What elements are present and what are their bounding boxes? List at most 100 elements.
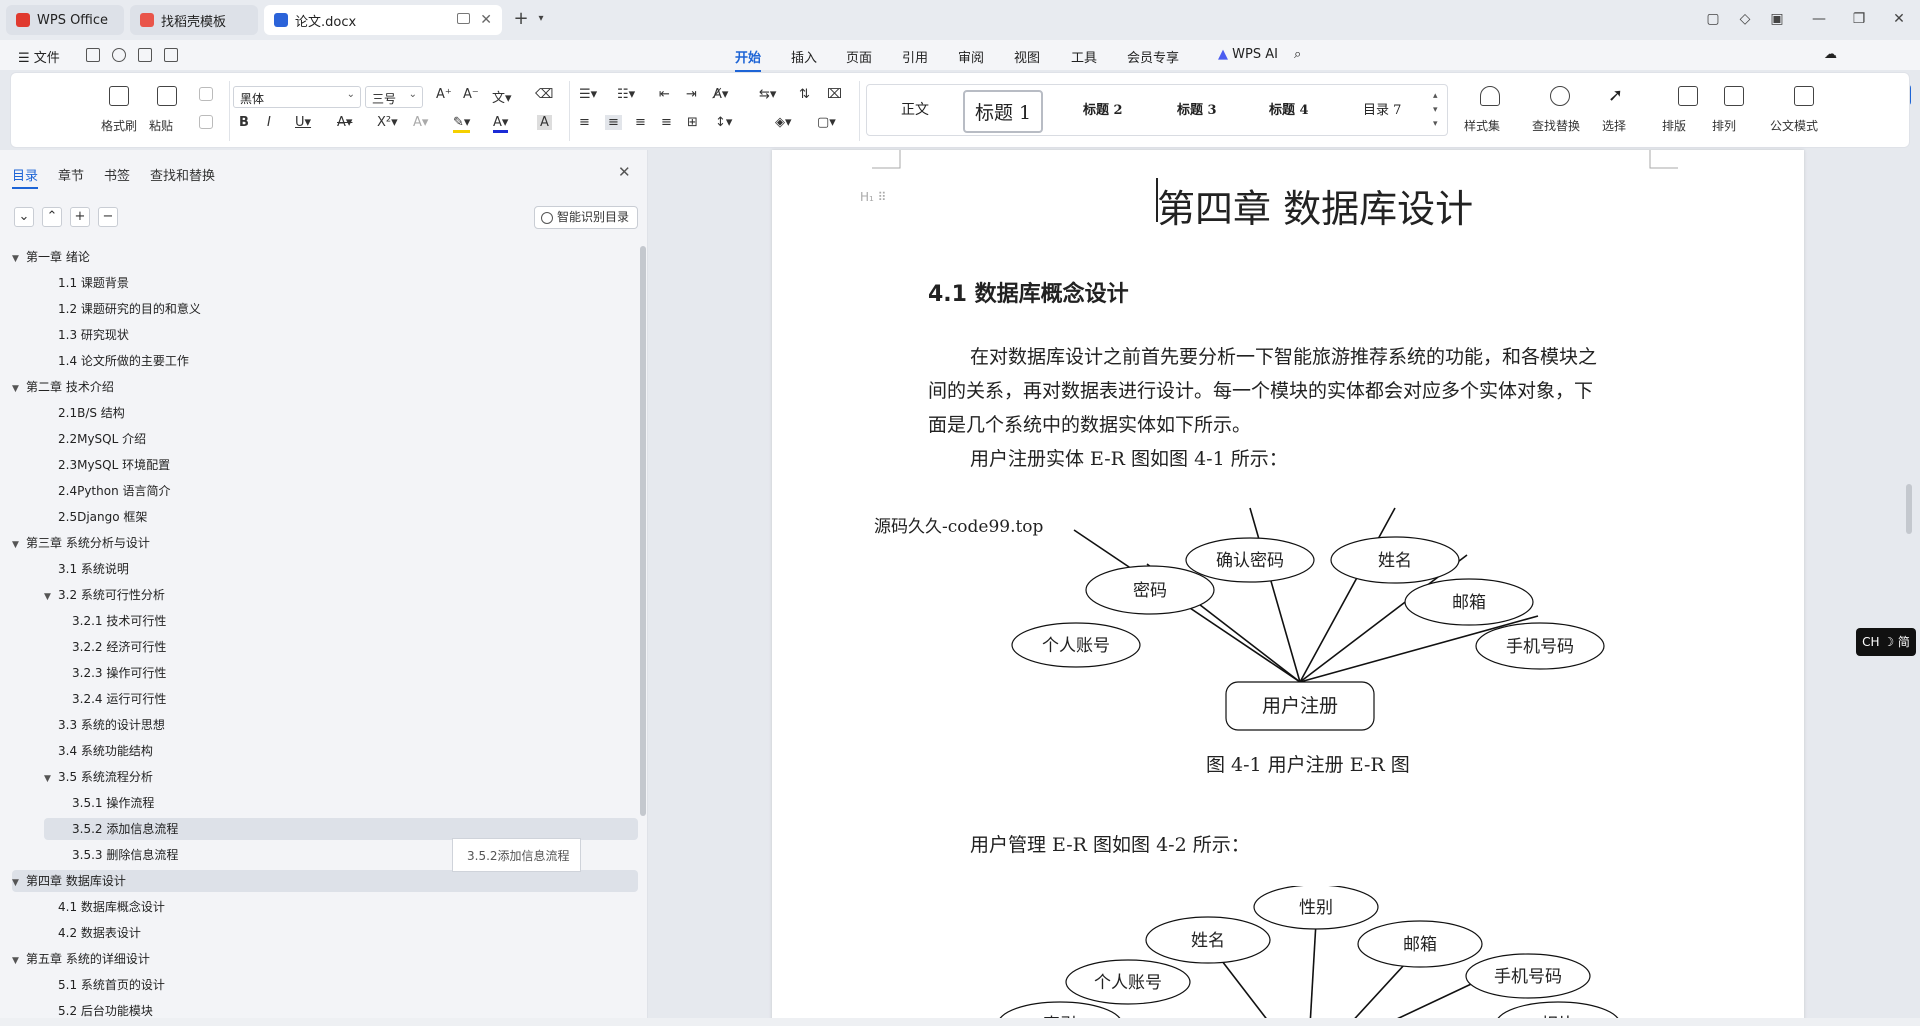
menu-view[interactable]: 视图: [1014, 47, 1040, 66]
style-heading-1[interactable]: 标题 1: [963, 90, 1044, 133]
toc-item[interactable]: 1.3 研究现状: [58, 323, 129, 347]
decrease-indent-icon[interactable]: ⇤: [659, 87, 670, 102]
tab-document[interactable]: 论文.docx ✕: [264, 5, 502, 35]
arrange-icon[interactable]: [1724, 86, 1744, 106]
align-right-icon[interactable]: ≡: [635, 115, 646, 130]
nav-scrollbar[interactable]: [640, 246, 646, 816]
add-heading-icon[interactable]: +: [70, 207, 90, 227]
print-preview-icon[interactable]: [164, 48, 178, 62]
search-icon[interactable]: ⌕: [1294, 47, 1301, 62]
border-icon[interactable]: ▢▾: [817, 115, 836, 130]
style-normal[interactable]: 正文: [901, 99, 929, 119]
toc-item[interactable]: 1.4 论文所做的主要工作: [58, 349, 189, 373]
menu-tools[interactable]: 工具: [1071, 47, 1097, 66]
body-paragraph-line[interactable]: 间的关系，再对数据表进行设计。每一个模块的实体都会对应多个实体对象，下: [928, 376, 1593, 403]
collapse-down-icon[interactable]: ⌄: [14, 207, 34, 227]
menu-references[interactable]: 引用: [902, 47, 928, 66]
ime-indicator[interactable]: CH ☽ 简: [1856, 628, 1916, 656]
shrink-font-icon[interactable]: A⁻: [463, 87, 479, 102]
toc-item[interactable]: ▼ 第四章 数据库设计: [12, 869, 126, 893]
toc-item[interactable]: 3.3 系统的设计思想: [58, 713, 165, 737]
toc-item[interactable]: 2.1B/S 结构: [58, 401, 125, 425]
align-left-icon[interactable]: ≡: [579, 115, 590, 130]
toc-item[interactable]: ▼ 第一章 绪论: [12, 246, 90, 269]
char-shading-icon[interactable]: A: [537, 115, 552, 130]
toc-item[interactable]: 2.3MySQL 环境配置: [58, 453, 170, 477]
toc-item[interactable]: 3.2.3 操作可行性: [72, 661, 166, 685]
body-paragraph-line[interactable]: 用户管理 E-R 图如图 4-2 所示：: [970, 830, 1250, 857]
style-heading-2[interactable]: 标题 2: [1083, 99, 1123, 118]
chapter-heading[interactable]: 第四章 数据库设计: [1157, 178, 1473, 233]
increase-indent-icon[interactable]: ⇥: [686, 87, 697, 102]
toc-item[interactable]: ▼ 3.2 系统可行性分析: [44, 583, 165, 607]
select-cursor-icon[interactable]: ➚: [1608, 86, 1628, 106]
style-set-button[interactable]: 样式集: [1464, 117, 1500, 134]
layout-button[interactable]: 排版: [1662, 117, 1686, 134]
italic-icon[interactable]: I: [267, 115, 271, 130]
cube-icon[interactable]: ◇: [1736, 10, 1754, 28]
superscript-icon[interactable]: X²▾: [377, 115, 398, 130]
shading-icon[interactable]: ◈▾: [775, 115, 792, 130]
layout-icon[interactable]: [1678, 86, 1698, 106]
remove-heading-icon[interactable]: −: [98, 207, 118, 227]
expand-triangle-icon[interactable]: ▼: [12, 377, 22, 401]
official-doc-icon[interactable]: [1794, 86, 1814, 106]
tab-list-chevron-icon[interactable]: ▾: [532, 10, 550, 28]
minimize-icon[interactable]: —: [1810, 10, 1828, 28]
text-direction-icon[interactable]: ⇆▾: [759, 87, 776, 102]
document-scrollbar[interactable]: [1906, 484, 1912, 534]
strikethrough-icon[interactable]: A▾: [337, 115, 352, 130]
menu-home[interactable]: 开始: [735, 47, 762, 72]
new-tab-plus-icon[interactable]: +: [512, 10, 530, 28]
toc-item[interactable]: 3.2.1 技术可行性: [72, 609, 166, 633]
toc-item[interactable]: 2.2MySQL 介绍: [58, 427, 146, 451]
grow-font-icon[interactable]: A⁺: [436, 87, 452, 102]
toc-item[interactable]: ▼ 第三章 系统分析与设计: [12, 531, 150, 555]
body-paragraph-line[interactable]: 在对数据库设计之前首先要分析一下智能旅游推荐系统的功能，和各模块之: [970, 342, 1597, 369]
toc-item[interactable]: 3.5.2 添加信息流程: [72, 817, 178, 841]
expand-triangle-icon[interactable]: ▼: [12, 949, 22, 973]
style-heading-4[interactable]: 标题 4: [1269, 99, 1309, 118]
clear-format-icon[interactable]: ⌫: [535, 87, 553, 102]
style-toc-7[interactable]: 目录 7: [1363, 99, 1401, 118]
text-effect-icon[interactable]: A▾: [413, 115, 428, 130]
line-spacing-icon[interactable]: ↕▾: [715, 115, 732, 130]
find-replace-button[interactable]: 查找替换: [1532, 117, 1580, 134]
toc-item[interactable]: 4.1 数据库概念设计: [58, 895, 165, 919]
cloud-sync-icon[interactable]: ☁: [1824, 47, 1837, 62]
toc-item[interactable]: 3.5.1 操作流程: [72, 791, 154, 815]
toc-item[interactable]: 1.2 课题研究的目的和意义: [58, 297, 201, 321]
sort-icon[interactable]: ⇅: [799, 87, 810, 102]
menu-review[interactable]: 审阅: [958, 47, 984, 66]
chinese-layout-icon[interactable]: A̸▾: [713, 87, 728, 102]
toc-item[interactable]: 3.2.2 经济可行性: [72, 635, 166, 659]
section-heading[interactable]: 4.1 数据库概念设计: [928, 276, 1129, 308]
document-page[interactable]: H₁ ⠿ 第四章 数据库设计 4.1 数据库概念设计 在对数据库设计之前首先要分…: [772, 150, 1804, 1026]
toc-item[interactable]: ▼ 3.5 系统流程分析: [44, 765, 153, 789]
layout-icon[interactable]: ▢: [1704, 10, 1722, 28]
arrange-button[interactable]: 排列: [1712, 117, 1736, 134]
window-mode-icon[interactable]: [457, 13, 470, 24]
restore-icon[interactable]: ❐: [1850, 10, 1868, 28]
nav-tab-bookmarks[interactable]: 书签: [104, 165, 130, 184]
toc-item[interactable]: 2.4Python 语言简介: [58, 479, 171, 503]
tab-templates[interactable]: 找稻壳模板: [130, 5, 258, 35]
pdf-icon[interactable]: [112, 48, 126, 62]
expand-triangle-icon[interactable]: ▼: [44, 767, 54, 791]
expand-triangle-icon[interactable]: ▼: [12, 871, 22, 895]
toc-item[interactable]: ▼ 第五章 系统的详细设计: [12, 947, 150, 971]
align-center-icon[interactable]: ≡: [605, 115, 622, 130]
toc-item[interactable]: 3.2.4 运行可行性: [72, 687, 166, 711]
body-paragraph-line[interactable]: 用户注册实体 E-R 图如图 4-1 所示：: [970, 444, 1288, 471]
toc-item[interactable]: 3.4 系统功能结构: [58, 739, 153, 763]
figure-caption[interactable]: 图 4-1 用户注册 E-R 图: [1206, 750, 1410, 777]
toc-item[interactable]: 1.1 课题背景: [58, 271, 129, 295]
highlight-icon[interactable]: ✎▾: [453, 115, 471, 133]
file-menu[interactable]: ☰ 文件: [18, 47, 60, 66]
find-replace-icon[interactable]: [1550, 86, 1570, 106]
avatar[interactable]: ▣: [1768, 10, 1786, 28]
justify-icon[interactable]: ≡: [661, 115, 672, 130]
collapse-up-icon[interactable]: ⌃: [42, 207, 62, 227]
phonetic-icon[interactable]: 文▾: [492, 87, 512, 106]
select-button[interactable]: 选择: [1602, 117, 1626, 134]
